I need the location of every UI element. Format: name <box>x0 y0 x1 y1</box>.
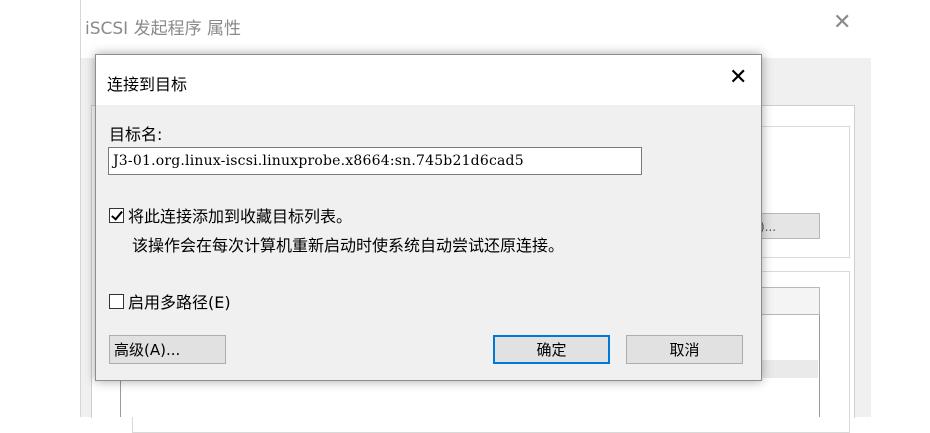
enable-multipath-checkbox-row[interactable]: 启用多路径(E) <box>109 289 231 313</box>
parent-window-title: iSCSI 发起程序 属性 <box>85 19 241 39</box>
advanced-button[interactable]: 高级(A)... <box>109 335 226 364</box>
parent-titlebar: iSCSI 发起程序 属性 ✕ <box>81 0 871 58</box>
add-to-favorites-checkbox[interactable] <box>109 207 124 223</box>
favorites-description: 该操作会在每次计算机重新启动时使系统自动尝试还原连接。 <box>132 236 565 255</box>
cancel-button[interactable]: 取消 <box>626 335 743 364</box>
add-to-favorites-checkbox-row[interactable]: 将此连接添加到收藏目标列表。 <box>109 203 352 227</box>
dialog-close-icon[interactable]: ✕ <box>729 67 747 89</box>
add-to-favorites-label: 将此连接添加到收藏目标列表。 <box>128 207 353 226</box>
dialog-title: 连接到目标 <box>107 75 188 94</box>
target-name-input[interactable]: J3-01.org.linux-iscsi.linuxprobe.x8664:s… <box>108 147 642 175</box>
enable-multipath-checkbox[interactable] <box>109 293 124 309</box>
enable-multipath-label: 启用多路径(E) <box>128 293 231 312</box>
parent-close-icon[interactable]: ✕ <box>833 12 851 34</box>
dialog-titlebar: 连接到目标 ✕ <box>96 55 761 105</box>
ok-button[interactable]: 确定 <box>493 335 610 364</box>
target-name-label: 目标名: <box>109 125 163 144</box>
connect-to-target-dialog: 连接到目标 ✕ 目标名: J3-01.org.linux-iscsi.linux… <box>95 54 762 381</box>
